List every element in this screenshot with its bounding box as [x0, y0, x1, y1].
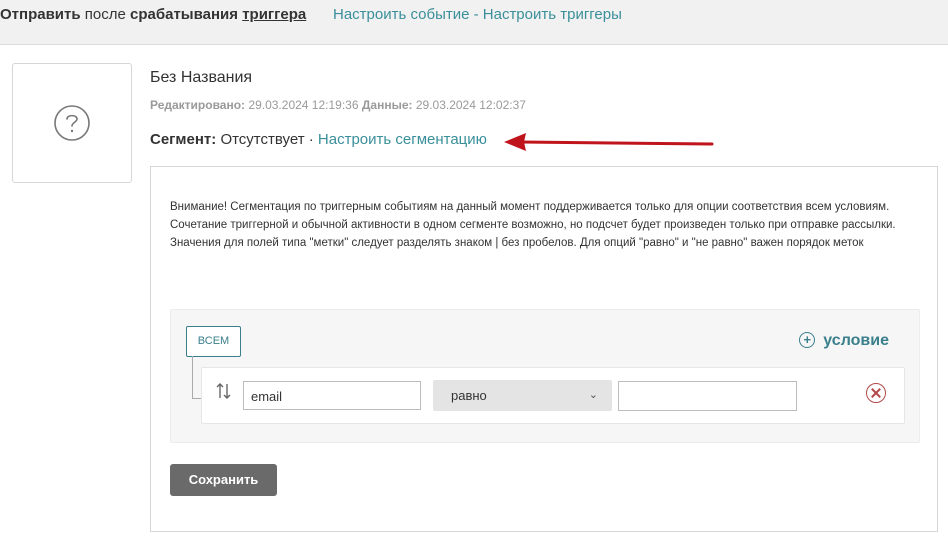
send-prefix: Отправить: [0, 6, 81, 23]
conditions-box: ВСЕМ + условие email равно ⌄: [170, 309, 920, 443]
segment-separator: ·: [308, 131, 314, 148]
notice-line-2: Значения для полей типа "метки" следует …: [170, 237, 864, 249]
plus-circle-icon: +: [799, 332, 816, 348]
edited-value: 29.03.2024 12:19:36: [248, 98, 359, 112]
condition-field-input[interactable]: email: [243, 381, 421, 410]
segmentation-panel: Внимание! Сегментация по триггерным собы…: [150, 166, 938, 532]
operator-value: равно: [451, 388, 487, 403]
chevron-down-icon: ⌄: [588, 389, 598, 401]
match-all-button[interactable]: ВСЕМ: [186, 326, 241, 357]
condition-operator-select[interactable]: равно ⌄: [433, 380, 612, 411]
configure-segmentation-link[interactable]: Настроить сегментацию: [318, 131, 487, 148]
item-meta: Редактировано: 29.03.2024 12:19:36 Данны…: [150, 98, 526, 112]
trigger-send-label: Отправить после срабатывания триггера: [0, 6, 306, 23]
add-condition-button[interactable]: + условие: [799, 332, 889, 350]
question-circle-icon: [54, 105, 90, 141]
add-condition-label: условие: [823, 332, 889, 349]
segment-label: Сегмент:: [150, 131, 217, 148]
segment-line: Сегмент: Отсутствует · Настроить сегмент…: [150, 131, 487, 148]
send-bold: срабатывания: [130, 6, 239, 23]
send-middle: после: [80, 6, 130, 23]
condition-row: email равно ⌄: [201, 367, 905, 424]
notice-line-1: Внимание! Сегментация по триггерным собы…: [170, 201, 896, 231]
remove-condition-icon[interactable]: [866, 383, 886, 403]
red-arrow-annotation: [504, 133, 714, 151]
configure-event-triggers-link[interactable]: Настроить событие - Настроить триггеры: [333, 6, 622, 23]
data-label: Данные:: [361, 98, 413, 112]
condition-value-input[interactable]: [618, 381, 797, 411]
edited-label: Редактировано:: [150, 98, 246, 112]
segment-value: Отсутствует: [220, 131, 305, 148]
top-bar: Отправить после срабатывания триггера На…: [0, 0, 948, 45]
data-value: 29.03.2024 12:02:37: [415, 98, 526, 112]
item-thumbnail: [12, 63, 132, 183]
save-button[interactable]: Сохранить: [170, 464, 277, 496]
sort-arrows-icon[interactable]: [216, 382, 232, 400]
item-title: Без Названия: [150, 69, 253, 86]
segmentation-notice: Внимание! Сегментация по триггерным собы…: [170, 198, 915, 252]
trigger-link[interactable]: триггера: [242, 6, 306, 23]
